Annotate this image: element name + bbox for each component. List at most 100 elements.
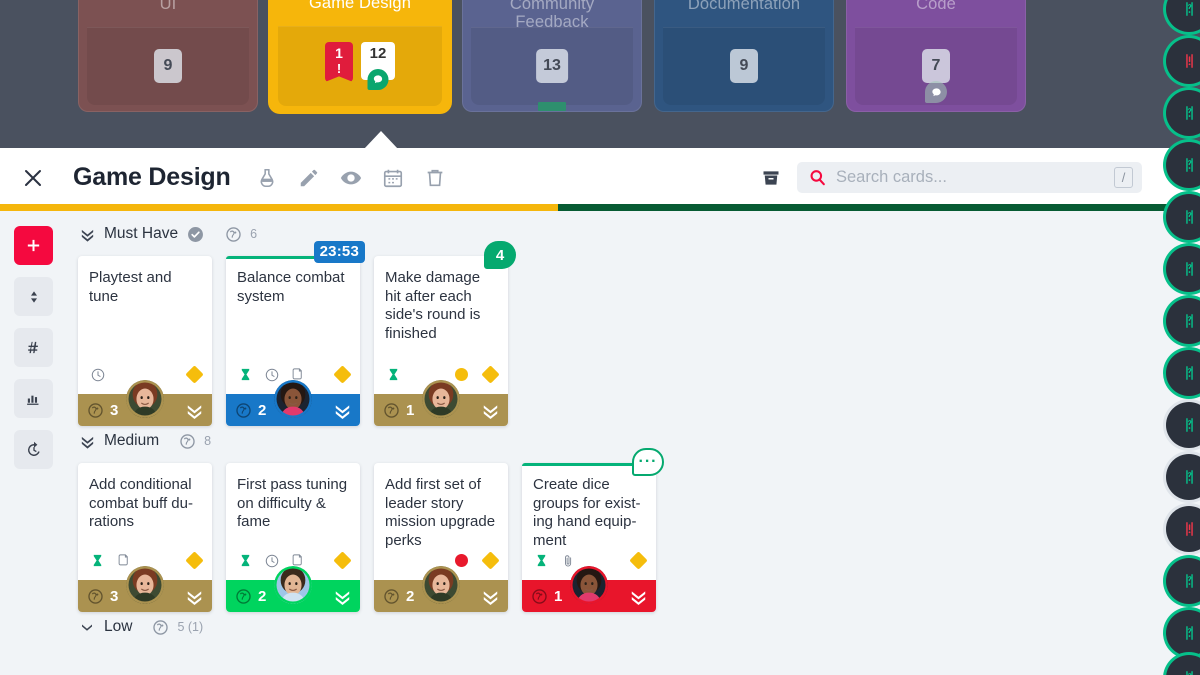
board-column-title: Game Design bbox=[309, 0, 411, 12]
hourglass-icon[interactable] bbox=[533, 552, 550, 569]
hourglass-icon[interactable] bbox=[89, 552, 106, 569]
card-expand-chevron-icon[interactable] bbox=[481, 587, 499, 606]
gutter-node-question[interactable] bbox=[1166, 402, 1200, 448]
question-icon bbox=[1181, 361, 1198, 385]
gutter-node-question[interactable] bbox=[1166, 0, 1200, 32]
avatar[interactable] bbox=[126, 566, 164, 605]
card[interactable]: 23:53 Balance combat system 2 bbox=[226, 241, 365, 426]
card[interactable]: Add conditional combat buff du­rations 3 bbox=[78, 463, 212, 613]
card-label-diamond[interactable] bbox=[629, 551, 648, 571]
avatar[interactable] bbox=[126, 380, 164, 418]
search-input[interactable]: Search cards... / bbox=[797, 162, 1142, 193]
board-column-game-design[interactable]: Game Design 1! 12 bbox=[270, 0, 450, 112]
gutter-node-question[interactable] bbox=[1166, 454, 1200, 500]
card[interactable]: Add first set of leader story mission up… bbox=[374, 463, 508, 613]
swimlane-header-must-have[interactable]: Must Have 6 bbox=[78, 219, 1152, 249]
gutter-node-question[interactable] bbox=[1166, 194, 1200, 240]
clock-icon[interactable] bbox=[263, 366, 280, 383]
hourglass-icon[interactable] bbox=[385, 366, 402, 383]
card[interactable]: ··· Create dice groups for exist­ing hand… bbox=[522, 448, 664, 613]
archive-icon[interactable] bbox=[761, 168, 781, 188]
pencil-icon[interactable] bbox=[298, 167, 320, 189]
column-progress-marker bbox=[538, 102, 566, 111]
card-count-badge[interactable]: 12 bbox=[361, 42, 395, 90]
board-columns: UI 9 Game Design 1! 12 Community Feedback 13 Do… bbox=[78, 0, 1026, 112]
alert-flag-badge[interactable]: 1! bbox=[325, 42, 353, 82]
gutter-node-question[interactable] bbox=[1166, 90, 1200, 136]
clock-icon[interactable] bbox=[89, 366, 106, 383]
avatar[interactable] bbox=[570, 566, 608, 605]
history-button[interactable] bbox=[14, 430, 53, 469]
close-icon[interactable] bbox=[20, 165, 46, 191]
card-expand-chevron-icon[interactable] bbox=[333, 587, 351, 606]
gutter-node-question[interactable] bbox=[1166, 350, 1200, 396]
check-circle-icon[interactable] bbox=[186, 225, 205, 244]
potion-icon[interactable] bbox=[256, 167, 278, 189]
gutter-node-question[interactable] bbox=[1166, 298, 1200, 344]
board-column-ui[interactable]: UI 9 bbox=[78, 0, 258, 112]
toolbar-icons bbox=[256, 167, 446, 189]
avatar-ring bbox=[126, 566, 164, 604]
card-title: Add first set of leader story mission up… bbox=[385, 476, 496, 549]
gutter-node-alert[interactable] bbox=[1166, 38, 1200, 84]
comment-count-badge[interactable]: 4 bbox=[484, 241, 516, 269]
gutter-node-question[interactable] bbox=[1166, 142, 1200, 188]
avatar[interactable] bbox=[422, 566, 460, 605]
alert-icon bbox=[1181, 517, 1198, 541]
sort-button[interactable] bbox=[14, 277, 53, 316]
chevron-down-icon[interactable] bbox=[78, 432, 96, 450]
avatar[interactable] bbox=[422, 380, 460, 418]
comment-menu-badge[interactable]: ··· bbox=[632, 448, 664, 476]
gutter-node-question[interactable] bbox=[1166, 246, 1200, 292]
gutter-node-question[interactable] bbox=[1166, 655, 1200, 675]
card-label-circle[interactable] bbox=[455, 554, 468, 568]
paperclip-icon[interactable] bbox=[559, 552, 576, 569]
card-label-circle[interactable] bbox=[455, 368, 468, 381]
card-title: Make damage hit after each side's round … bbox=[385, 269, 481, 342]
page-icon[interactable] bbox=[115, 552, 132, 569]
card-label-diamond[interactable] bbox=[481, 365, 500, 384]
card-expand-chevron-icon[interactable] bbox=[333, 401, 351, 420]
timer-badge[interactable]: 23:53 bbox=[313, 241, 365, 263]
alert-icon bbox=[1181, 49, 1198, 73]
tags-button[interactable] bbox=[14, 328, 53, 367]
avatar[interactable] bbox=[274, 380, 312, 418]
hourglass-icon[interactable] bbox=[237, 552, 254, 569]
swimlane-header-low[interactable]: Low 5 (1) bbox=[78, 612, 1152, 642]
card-label-diamond[interactable] bbox=[333, 551, 352, 571]
right-gutter-nodes bbox=[1152, 0, 1200, 675]
gutter-node-alert[interactable] bbox=[1166, 506, 1200, 552]
card-footer: 2 bbox=[226, 566, 360, 613]
clock-icon[interactable] bbox=[263, 552, 280, 569]
card-label-diamond[interactable] bbox=[481, 551, 500, 571]
gutter-node-question[interactable] bbox=[1166, 610, 1200, 656]
gutter-node-question[interactable] bbox=[1166, 558, 1200, 604]
add-card-button[interactable] bbox=[14, 226, 53, 265]
card-expand-chevron-icon[interactable] bbox=[185, 587, 203, 606]
card-label-diamond[interactable] bbox=[185, 365, 204, 384]
trash-icon[interactable] bbox=[424, 167, 446, 189]
card-label-diamond[interactable] bbox=[185, 551, 204, 571]
card-expand-chevron-icon[interactable] bbox=[629, 587, 647, 606]
comment-bubble-icon bbox=[925, 81, 947, 103]
board-column-documentation[interactable]: Documentation 9 bbox=[654, 0, 834, 112]
card-expand-chevron-icon[interactable] bbox=[481, 401, 499, 420]
stats-button[interactable] bbox=[14, 379, 53, 418]
left-toolrail bbox=[14, 226, 53, 469]
card[interactable]: First pass tun­ing on difficulty & fame 2 bbox=[226, 463, 360, 613]
board-column-community-feedback[interactable]: Community Feedback 13 bbox=[462, 0, 642, 112]
swimlane-header-medium[interactable]: Medium 8 bbox=[78, 426, 1152, 456]
question-icon bbox=[1181, 621, 1198, 645]
hourglass-icon[interactable] bbox=[237, 366, 254, 383]
card-expand-chevron-icon[interactable] bbox=[185, 401, 203, 420]
card[interactable]: Playtest and tune 3 bbox=[78, 256, 212, 426]
card-label-diamond[interactable] bbox=[333, 365, 352, 384]
chevron-down-icon[interactable] bbox=[78, 225, 96, 243]
eye-icon[interactable] bbox=[340, 167, 362, 189]
calendar-icon[interactable] bbox=[382, 167, 404, 189]
chevron-down-icon[interactable] bbox=[78, 618, 96, 636]
card[interactable]: 4 Make damage hit after each side's round… bbox=[374, 241, 516, 426]
avatar[interactable] bbox=[274, 566, 312, 605]
board-column-code[interactable]: Code 7 bbox=[846, 0, 1026, 112]
points-coin-icon bbox=[383, 588, 400, 605]
